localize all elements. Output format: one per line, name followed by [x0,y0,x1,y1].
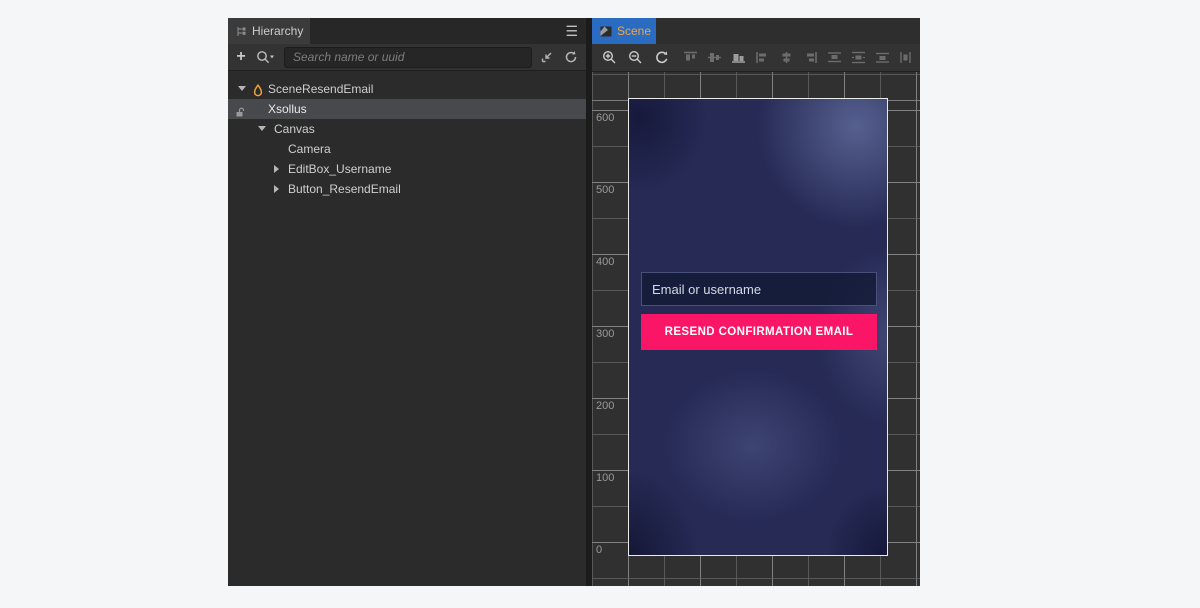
add-node-icon[interactable]: + [234,49,248,65]
tree-row-scene-root[interactable]: SceneResendEmail [228,79,586,99]
scene-viewport[interactable]: 600 500 400 300 200 100 0 RESEND CONFIRM… [592,72,920,586]
ruler-label: 500 [596,184,614,196]
tree-item-label[interactable]: SceneResendEmail [268,79,373,99]
search-filter-icon[interactable] [254,48,278,66]
align-bottom-icon[interactable] [731,51,746,64]
email-or-username-field[interactable] [641,272,877,306]
tree-item-label[interactable]: EditBox_Username [288,159,391,179]
align-hcenter-icon[interactable] [779,51,794,64]
ruler-label: 400 [596,256,614,268]
ruler-label: 600 [596,112,614,124]
scene-panel: Scene [592,18,920,586]
tab-hierarchy-label: Hierarchy [252,24,303,38]
game-canvas[interactable]: RESEND CONFIRMATION EMAIL [628,98,888,556]
tree-row-editbox-username[interactable]: EditBox_Username [228,159,586,179]
align-left-icon[interactable] [755,51,770,64]
ruler-label: 0 [596,544,602,556]
tree-row-camera[interactable]: Camera [228,139,586,159]
align-vcenter-icon[interactable] [707,51,722,64]
scene-tabbar: Scene [592,18,920,45]
chevron-right-icon[interactable] [274,165,279,173]
tree-row-canvas[interactable]: Canvas [228,119,586,139]
zoom-in-icon[interactable] [600,49,618,67]
ruler-label: 300 [596,328,614,340]
zoom-out-icon[interactable] [626,49,644,67]
distribute-left-icon[interactable] [899,51,914,64]
tree-item-label[interactable]: Xsollus [268,99,307,119]
ruler-label: 100 [596,472,614,484]
distribute-bottom-icon[interactable] [875,51,890,64]
scene-toolbar [592,44,920,72]
hierarchy-tree: SceneResendEmail Xsollus Canvas Camera E… [228,71,586,586]
tree-item-label[interactable]: Camera [288,139,331,159]
resend-confirmation-email-button[interactable]: RESEND CONFIRMATION EMAIL [641,314,877,350]
hierarchy-tabbar: Hierarchy ☰ [228,18,586,45]
tree-item-label[interactable]: Button_ResendEmail [288,179,401,199]
hierarchy-toolbar: + [228,44,586,71]
reset-view-icon[interactable] [652,49,670,67]
distribute-top-icon[interactable] [827,51,842,64]
refresh-icon[interactable] [562,48,580,66]
hierarchy-tree-icon [236,26,247,37]
distribute-vcenter-icon[interactable] [851,51,866,64]
panel-menu-icon[interactable]: ☰ [565,23,578,39]
tree-item-label[interactable]: Canvas [274,119,315,139]
hierarchy-panel: Hierarchy ☰ + SceneResendEmail [228,18,586,586]
editor-window: Hierarchy ☰ + SceneResendEmail [228,18,920,586]
search-input[interactable] [284,47,532,68]
ruler-label: 200 [596,400,614,412]
tree-row-button-resendemail[interactable]: Button_ResendEmail [228,179,586,199]
align-right-icon[interactable] [803,51,818,64]
zoom-controls [600,49,670,67]
tab-hierarchy[interactable]: Hierarchy [228,18,310,44]
tab-scene-label: Scene [617,24,651,38]
tree-row-xsollus[interactable]: Xsollus [228,99,586,119]
align-top-icon[interactable] [683,51,698,64]
chevron-down-icon[interactable] [238,86,246,91]
collapse-all-icon[interactable] [538,48,556,66]
scene-image-icon [600,26,612,37]
tab-scene[interactable]: Scene [592,18,656,44]
chevron-down-icon[interactable] [258,126,266,131]
chevron-right-icon[interactable] [274,185,279,193]
